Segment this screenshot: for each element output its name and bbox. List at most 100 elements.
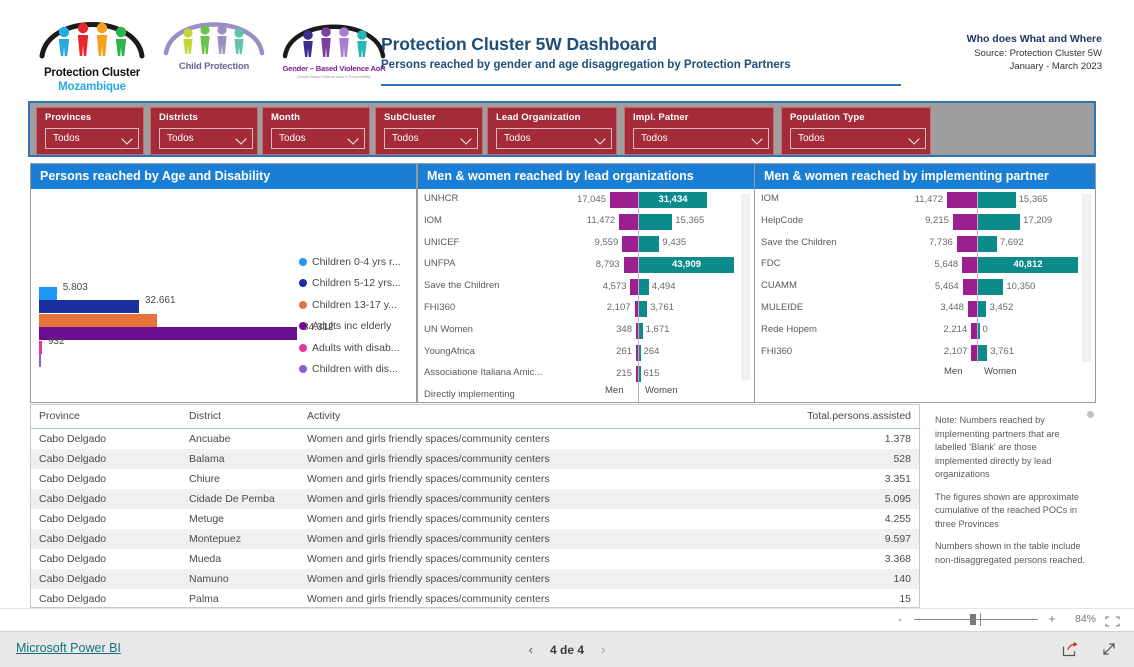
table-row[interactable]: Cabo Delgado Cidade De Pemba Women and gir… [31,489,919,509]
men-bar[interactable] [971,344,977,361]
zoom-in-button[interactable]: + [1047,612,1057,626]
legend-item-5[interactable]: Children with dis... [299,359,401,381]
tornado-row[interactable]: Save the Children 7,736 7,692 [755,233,1095,255]
table-row[interactable]: Cabo Delgado Montepuez Women and girls fri… [31,529,919,549]
tornado-row[interactable]: FDC 5,648 40,812 [755,254,1095,276]
table-row[interactable]: Cabo Delgado Namuno Women and girls friend… [31,569,919,589]
bar-1[interactable] [39,300,139,314]
tornado-row[interactable]: Save the Children 4,573 4,494 [418,276,754,298]
slicer-dropdown[interactable]: Todos [271,128,365,149]
table-row[interactable]: Cabo Delgado Mueda Women and girls friendl… [31,549,919,569]
women-bar[interactable] [978,322,980,339]
bar-2[interactable] [39,313,157,327]
women-bar[interactable] [978,344,988,361]
next-page-icon[interactable]: › [601,642,605,657]
bar-4[interactable] [39,340,42,354]
table-col-activity[interactable]: Activity [299,405,719,429]
slicer-dropdown[interactable]: Todos [790,128,926,149]
tornado-row[interactable]: UNICEF 9,559 9,435 [418,233,754,255]
women-bar[interactable] [639,344,641,361]
men-bar[interactable] [962,257,977,274]
men-bar[interactable] [610,192,638,208]
slicer-districts[interactable]: Districts Todos [150,107,258,155]
chevron-down-icon[interactable] [909,135,920,142]
men-bar[interactable] [967,300,977,317]
chevron-down-icon[interactable] [122,135,133,142]
slicer-dropdown[interactable]: Todos [496,128,612,149]
tornado-row[interactable]: Rede Hopem 2,214 0 [755,320,1095,342]
legend-item-1[interactable]: Children 5-12 yrs... [299,273,401,295]
women-bar[interactable] [639,366,641,383]
tornado-row[interactable]: UNHCR 17,045 31,434 [418,189,754,211]
tornado-row[interactable]: IOM 11,472 15,365 [755,189,1095,211]
women-bar[interactable] [978,213,1021,230]
chevron-down-icon[interactable] [236,135,247,142]
slicer-lead-organization[interactable]: Lead Organization Todos [487,107,617,155]
chevron-down-icon[interactable] [752,135,763,142]
previous-page-icon[interactable]: ‹ [529,642,533,657]
fit-to-page-icon[interactable] [1105,614,1120,627]
men-bar[interactable] [947,192,977,208]
table-col-province[interactable]: Province [31,405,181,429]
men-bar[interactable] [622,235,638,252]
slicer-dropdown[interactable]: Todos [633,128,769,149]
slicer-dropdown[interactable]: Todos [384,128,478,149]
chevron-down-icon[interactable] [595,135,606,142]
vertical-scrollbar[interactable] [1082,194,1091,362]
women-bar[interactable] [978,279,1004,296]
women-bar[interactable] [978,300,987,317]
chevron-down-icon[interactable] [461,135,472,142]
zoom-slider[interactable] [914,612,1038,626]
table-col-district[interactable]: District [181,405,299,429]
tornado-row[interactable]: MULEIDE 3,448 3,452 [755,298,1095,320]
notes-scroll-thumb[interactable] [1087,411,1094,418]
table-col-total[interactable]: Total.persons.assisted [719,405,919,429]
men-bar[interactable] [634,300,638,317]
tornado-row[interactable]: FHI360 2,107 3,761 [755,342,1095,364]
slicer-population-type[interactable]: Population Type Todos [781,107,931,155]
legend-item-3[interactable]: Adults inc elderly [299,316,401,338]
men-bar[interactable] [956,235,977,252]
women-bar[interactable] [639,235,660,252]
tornado-row[interactable]: UN Women 348 1,671 [418,320,754,342]
legend-item-4[interactable]: Adults with disab... [299,337,401,359]
tornado-row[interactable]: YoungAfrica 261 264 [418,342,754,364]
table-row[interactable]: Cabo Delgado Balama Women and girls friend… [31,449,919,469]
bar-0[interactable] [39,287,57,300]
slicer-dropdown[interactable]: Todos [45,128,139,149]
table-row[interactable]: Cabo Delgado Ancuabe Women and girls frien… [31,429,919,450]
tornado-row[interactable]: CUAMM 5,464 10,350 [755,276,1095,298]
zoom-out-button[interactable]: - [895,612,905,626]
women-bar[interactable] [639,322,643,339]
men-bar[interactable] [623,257,638,274]
fullscreen-expand-icon[interactable] [1101,641,1118,657]
women-bar[interactable] [978,235,997,252]
men-bar[interactable] [971,322,977,339]
slicer-subcluster[interactable]: SubCluster Todos [375,107,483,155]
chevron-down-icon[interactable] [348,135,359,142]
tornado-row[interactable]: Associatione Italiana Amic... 215 615 [418,363,754,385]
legend-item-2[interactable]: Children 13-17 y... [299,294,401,316]
tornado-row[interactable]: IOM 11,472 15,365 [418,211,754,233]
table-row[interactable]: Cabo Delgado Palma Women and girls friendl… [31,589,919,609]
vertical-scrollbar[interactable] [741,194,750,380]
share-icon[interactable] [1062,641,1079,657]
men-bar[interactable] [636,322,638,339]
zoom-slider-thumb[interactable] [970,614,976,625]
men-bar[interactable] [636,366,638,383]
women-bar[interactable] [639,279,649,296]
men-bar[interactable] [636,344,638,361]
slicer-month[interactable]: Month Todos [262,107,370,155]
men-bar[interactable] [619,213,638,230]
bar-5[interactable] [39,354,41,367]
women-bar[interactable] [639,300,648,317]
men-bar[interactable] [962,279,977,296]
women-bar[interactable] [639,213,673,230]
slicer-dropdown[interactable]: Todos [159,128,253,149]
slicer-provinces[interactable]: Provinces Todos [36,107,144,155]
table-row[interactable]: Cabo Delgado Metuge Women and girls friend… [31,509,919,529]
tornado-row[interactable]: FHI360 2,107 3,761 [418,298,754,320]
table-row[interactable]: Cabo Delgado Chiure Women and girls friend… [31,469,919,489]
men-bar[interactable] [952,213,977,230]
legend-item-0[interactable]: Children 0-4 yrs r... [299,251,401,273]
